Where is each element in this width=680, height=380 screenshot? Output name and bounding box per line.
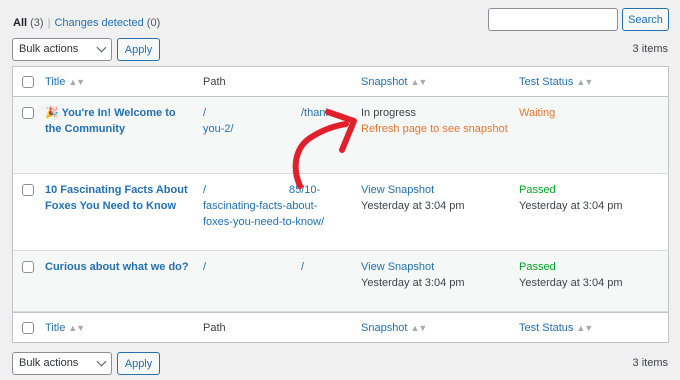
select-all-checkbox[interactable]	[22, 322, 34, 334]
status-cell: Passed Yesterday at 3:04 pm	[519, 259, 623, 291]
view-snapshot-link[interactable]: View Snapshot	[361, 184, 434, 196]
bulk-actions-select[interactable]: Bulk actions	[12, 38, 112, 61]
party-popper-icon: 🎉	[45, 107, 59, 119]
apply-button[interactable]: Apply	[117, 352, 160, 375]
snapshot-time: Yesterday at 3:04 pm	[361, 200, 465, 212]
column-path-header: Path	[203, 322, 226, 334]
post-title-link[interactable]: 10 Fascinating Facts About Foxes You Need…	[45, 182, 190, 214]
snapshot-status: In progress	[361, 107, 417, 119]
snapshot-cell: View Snapshot Yesterday at 3:04 pm	[361, 182, 465, 214]
tablenav-top: Bulk actions Apply 3 items	[12, 38, 668, 61]
bulk-actions-select[interactable]: Bulk actions	[12, 352, 112, 375]
filter-all[interactable]: All (3)	[13, 17, 44, 29]
status-time: Yesterday at 3:04 pm	[519, 200, 623, 212]
filter-changes-detected[interactable]: Changes detected (0)	[54, 17, 160, 29]
view-snapshot-link[interactable]: View Snapshot	[361, 261, 434, 273]
apply-button[interactable]: Apply	[117, 38, 160, 61]
sort-icon: ▲▼	[410, 77, 427, 87]
chevron-down-icon	[96, 42, 107, 53]
view-filters: All (3) | Changes detected (0)	[13, 17, 161, 29]
table-footer: Title ▲▼ Path Snapshot ▲▼ Test Status ▲▼	[13, 312, 668, 342]
status-badge: Passed	[519, 261, 556, 273]
snapshot-cell: In progress Refresh page to see snapshot	[361, 105, 508, 137]
status-badge: Waiting	[519, 107, 556, 119]
chevron-down-icon	[96, 356, 107, 367]
path-link[interactable]: / /	[203, 259, 353, 275]
sort-icon: ▲▼	[68, 77, 85, 87]
column-status-header[interactable]: Test Status ▲▼	[519, 322, 593, 334]
tablenav-bottom: Bulk actions Apply 3 items	[12, 352, 668, 375]
sort-icon: ▲▼	[410, 323, 427, 333]
sort-icon: ▲▼	[576, 77, 593, 87]
search-input[interactable]	[488, 8, 618, 31]
items-count: 3 items	[632, 357, 668, 369]
row-checkbox[interactable]	[22, 261, 34, 273]
column-title-header[interactable]: Title ▲▼	[45, 322, 85, 334]
status-time: Yesterday at 3:04 pm	[519, 277, 623, 289]
post-title-link[interactable]: 🎉 You're In! Welcome to the Community	[45, 105, 190, 137]
column-path-header: Path	[203, 76, 226, 88]
snapshot-cell: View Snapshot Yesterday at 3:04 pm	[361, 259, 465, 291]
table-header: Title ▲▼ Path Snapshot ▲▼ Test Status ▲▼	[13, 67, 668, 97]
column-snapshot-header[interactable]: Snapshot ▲▼	[361, 76, 427, 88]
snapshots-table: Title ▲▼ Path Snapshot ▲▼ Test Status ▲▼ 🎉 …	[12, 66, 669, 343]
refresh-hint: Refresh page to see snapshot	[361, 123, 508, 135]
snapshot-time: Yesterday at 3:04 pm	[361, 277, 465, 289]
select-all-checkbox[interactable]	[22, 76, 34, 88]
status-cell: Passed Yesterday at 3:04 pm	[519, 182, 623, 214]
table-row: Curious about what we do? / / View Snapsh…	[13, 251, 668, 312]
sort-icon: ▲▼	[576, 323, 593, 333]
table-row: 🎉 You're In! Welcome to the Community //t…	[13, 97, 668, 174]
search-button[interactable]: Search	[622, 8, 669, 31]
column-status-header[interactable]: Test Status ▲▼	[519, 76, 593, 88]
row-checkbox[interactable]	[22, 184, 34, 196]
column-title-header[interactable]: Title ▲▼	[45, 76, 85, 88]
row-checkbox[interactable]	[22, 107, 34, 119]
post-title-link[interactable]: Curious about what we do?	[45, 259, 195, 275]
path-link[interactable]: //thank-you-2/	[203, 105, 353, 137]
table-row: 10 Fascinating Facts About Foxes You Need…	[13, 174, 668, 251]
items-count: 3 items	[632, 43, 668, 55]
sort-icon: ▲▼	[68, 323, 85, 333]
column-snapshot-header[interactable]: Snapshot ▲▼	[361, 322, 427, 334]
path-link[interactable]: /85/10- fascinating-facts-about-foxes-you…	[203, 182, 353, 230]
status-badge: Passed	[519, 184, 556, 196]
